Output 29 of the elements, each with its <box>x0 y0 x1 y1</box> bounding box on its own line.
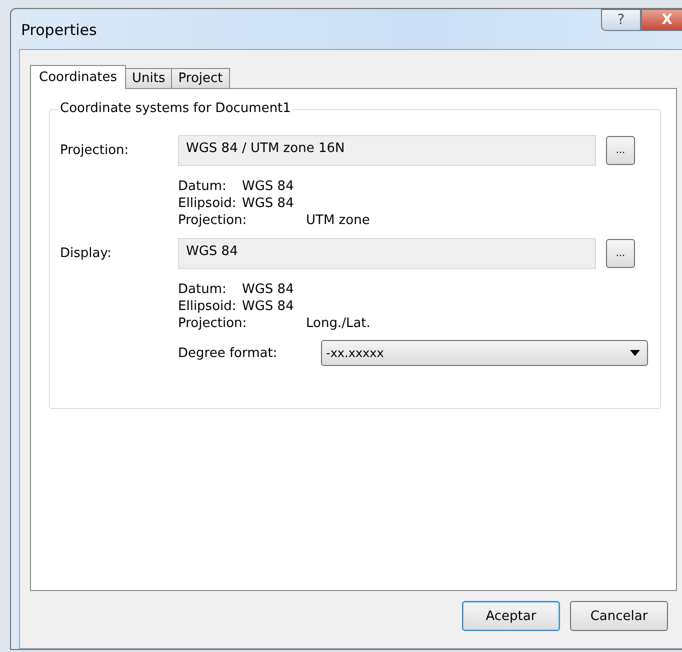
browse-button[interactable]: ... <box>606 136 635 164</box>
tab[interactable]: Coordinates <box>30 65 126 89</box>
detail-value: WGS 84 <box>242 195 294 212</box>
dialog-button[interactable]: Aceptar <box>462 601 560 631</box>
tab[interactable]: Project <box>171 68 230 88</box>
detail-label: Datum: <box>178 178 228 195</box>
tab[interactable]: Units <box>125 68 172 88</box>
group-title: Coordinate systems for Document1 <box>58 101 293 116</box>
field-label: Degree format: <box>178 346 278 360</box>
help-button[interactable]: ? <box>601 9 641 31</box>
dialog-button[interactable]: Cancelar <box>570 601 668 631</box>
window-title: Properties <box>21 21 97 39</box>
browse-button[interactable]: ... <box>606 238 635 268</box>
coordinate-system-field[interactable]: WGS 84 <box>178 238 596 268</box>
field-label: Display: <box>60 246 112 260</box>
detail-value: WGS 84 <box>242 178 294 195</box>
detail-label: Projection: <box>178 315 248 332</box>
coordinate-system-field[interactable]: WGS 84 / UTM zone 16N <box>178 134 596 166</box>
caret-icon <box>630 350 640 356</box>
detail-label: Ellipsoid: <box>178 298 238 315</box>
detail-label: Projection: <box>178 212 248 229</box>
detail-value: UTM zone <box>306 212 370 229</box>
field-label: Projection: <box>60 142 130 158</box>
detail-value: Long./Lat. <box>306 315 370 332</box>
degree-format-dropdown[interactable]: -xx.xxxxx <box>321 340 648 366</box>
detail-label: Ellipsoid: <box>178 195 238 212</box>
detail-label: Datum: <box>178 281 228 298</box>
detail-value: WGS 84 <box>242 298 294 315</box>
detail-value: WGS 84 <box>242 281 294 298</box>
